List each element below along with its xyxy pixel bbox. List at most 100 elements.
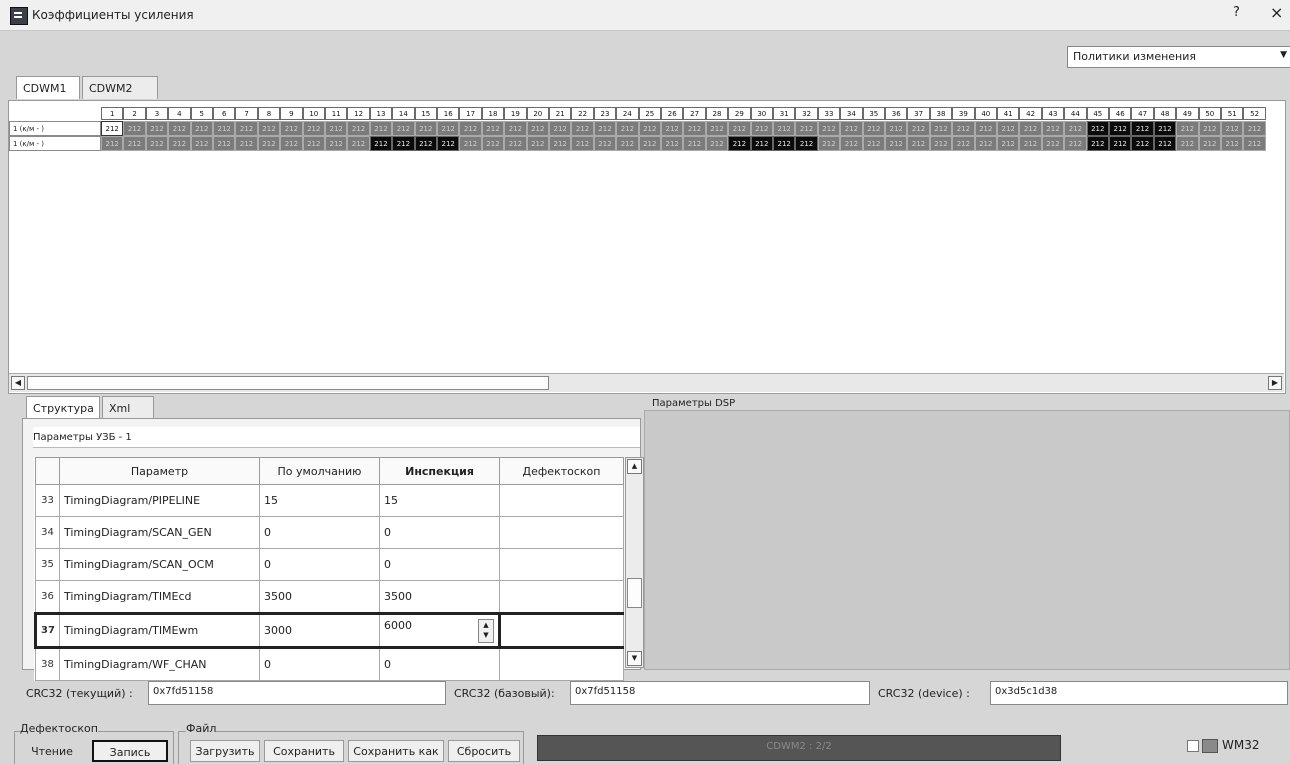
tab-cdwm1[interactable]: CDWM1 (16, 76, 80, 99)
grid-cell[interactable]: 212 (280, 121, 303, 136)
grid-column-header[interactable]: 50 (1198, 107, 1221, 120)
grid-cell[interactable]: 212 (750, 121, 773, 136)
inspection-value[interactable]: 15 (379, 484, 500, 517)
grid-cell[interactable]: 212 (683, 136, 706, 151)
load-button[interactable]: Загрузить (190, 740, 260, 762)
save-as-button[interactable]: Сохранить как (348, 740, 444, 762)
param-name[interactable]: TimingDiagram/SCAN_OCM (59, 548, 260, 581)
grid-cell[interactable]: 212 (638, 136, 661, 151)
help-button[interactable]: ? (1233, 5, 1240, 20)
grid-row-label[interactable]: 1 (к/м - ) (9, 121, 101, 136)
grid-cell[interactable]: 212 (1131, 121, 1154, 136)
grid-cell[interactable]: 212 (1086, 136, 1109, 151)
grid-cell[interactable]: 212 (549, 136, 572, 151)
grid-cell[interactable]: 212 (1243, 121, 1266, 136)
grid-cell[interactable]: 212 (235, 136, 258, 151)
default-value[interactable]: 3000 (259, 612, 380, 649)
detector-value[interactable] (499, 647, 624, 681)
grid-row-label[interactable]: 1 (к/м - ) (9, 136, 101, 151)
policy-dropdown[interactable]: Политики изменения ▼ (1067, 46, 1290, 68)
grid-column-header[interactable]: 16 (437, 107, 460, 120)
scrollbar-thumb[interactable] (27, 376, 549, 390)
grid-cell[interactable]: 212 (840, 136, 863, 151)
grid-column-header[interactable]: 42 (1019, 107, 1042, 120)
param-name[interactable]: TimingDiagram/TIMEwm (59, 612, 260, 649)
scrollbar-thumb[interactable] (627, 578, 642, 608)
tab-cdwm2[interactable]: CDWM2 (82, 76, 158, 99)
grid-cell[interactable]: 212 (907, 121, 930, 136)
param-name[interactable]: TimingDiagram/TIMEcd (59, 580, 260, 614)
grid-column-header[interactable]: 52 (1243, 107, 1266, 120)
grid-cell[interactable]: 212 (1221, 121, 1244, 136)
grid-cell[interactable]: 212 (773, 121, 796, 136)
grid-column-header[interactable]: 26 (661, 107, 684, 120)
param-name[interactable]: TimingDiagram/SCAN_GEN (59, 516, 260, 549)
grid-cell[interactable]: 212 (1109, 136, 1132, 151)
grid-column-header[interactable]: 7 (235, 107, 258, 120)
grid-cell[interactable]: 212 (504, 136, 527, 151)
grid-cell[interactable]: 212 (414, 136, 437, 151)
grid-cell[interactable]: 212 (257, 136, 281, 151)
grid-column-header[interactable]: 32 (795, 107, 818, 120)
grid-cell[interactable]: 212 (123, 136, 146, 151)
grid-cell[interactable]: 212 (1198, 121, 1221, 136)
grid-column-header[interactable]: 14 (392, 107, 415, 120)
grid-cell[interactable]: 212 (661, 121, 684, 136)
grid-column-header[interactable]: 45 (1086, 107, 1109, 120)
grid-cell[interactable]: 212 (817, 121, 841, 136)
grid-column-header[interactable]: 36 (885, 107, 908, 120)
scroll-right-icon[interactable]: ▶ (1268, 376, 1282, 390)
detector-value[interactable] (499, 484, 624, 517)
grid-cell[interactable]: 212 (593, 121, 617, 136)
grid-cell[interactable]: 212 (705, 136, 729, 151)
grid-cell[interactable]: 212 (213, 121, 236, 136)
grid-column-header[interactable]: 17 (459, 107, 482, 120)
grid-cell[interactable]: 212 (773, 136, 796, 151)
grid-column-header[interactable]: 30 (750, 107, 773, 120)
grid-cell[interactable]: 212 (840, 121, 863, 136)
grid-column-header[interactable]: 47 (1131, 107, 1154, 120)
grid-column-header[interactable]: 18 (481, 107, 505, 120)
reset-button[interactable]: Сбросить (448, 740, 520, 762)
tab-xml[interactable]: Xml (102, 396, 154, 419)
grid-cell[interactable]: 212 (526, 136, 549, 151)
grid-cell[interactable]: 212 (302, 136, 325, 151)
grid-column-header[interactable]: 49 (1176, 107, 1199, 120)
grid-column-header[interactable]: 19 (504, 107, 527, 120)
grid-cell[interactable]: 212 (213, 136, 236, 151)
table-row[interactable]: 34 TimingDiagram/SCAN_GEN 0 0 (35, 516, 624, 549)
grid-column-header[interactable]: 6 (213, 107, 236, 120)
grid-column-header[interactable]: 44 (1064, 107, 1087, 120)
grid-column-header[interactable]: 24 (616, 107, 639, 120)
grid-cell[interactable]: 212 (705, 121, 729, 136)
grid-cell[interactable]: 212 (907, 136, 930, 151)
grid-cell[interactable]: 212 (369, 121, 393, 136)
grid-column-header[interactable]: 20 (526, 107, 549, 120)
grid-cell[interactable]: 212 (526, 121, 549, 136)
table-row[interactable]: 35 TimingDiagram/SCAN_OCM 0 0 (35, 548, 624, 581)
grid-cell[interactable]: 212 (459, 121, 482, 136)
grid-cell[interactable]: 212 (683, 121, 706, 136)
horizontal-scrollbar[interactable]: ◀ ▶ (9, 373, 1284, 392)
column-header-default[interactable]: По умолчанию (259, 457, 380, 485)
spinner-arrows-icon[interactable]: ▲ ▼ (478, 618, 494, 643)
grid-column-header[interactable]: 46 (1109, 107, 1132, 120)
write-button[interactable]: Запись (92, 740, 168, 762)
column-header-param[interactable]: Параметр (59, 457, 260, 485)
crc-base-field[interactable]: 0x7fd51158 (570, 681, 870, 705)
inspection-value[interactable]: 3500 (379, 580, 500, 614)
grid-cell[interactable]: 212 (571, 136, 594, 151)
read-button[interactable]: Чтение (18, 740, 86, 762)
grid-cell[interactable]: 212 (481, 121, 505, 136)
crc-current-field[interactable]: 0x7fd51158 (148, 681, 446, 705)
grid-cell[interactable]: 212 (280, 136, 303, 151)
grid-cell[interactable]: 212 (190, 136, 213, 151)
grid-cell[interactable]: 212 (593, 136, 617, 151)
grid-cell[interactable]: 212 (728, 121, 751, 136)
grid-cell[interactable]: 212 (1176, 121, 1199, 136)
grid-cell[interactable]: 212 (1153, 136, 1177, 151)
grid-cell[interactable]: 212 (302, 121, 325, 136)
default-value[interactable]: 0 (259, 647, 380, 681)
param-name[interactable]: TimingDiagram/WF_CHAN (59, 647, 260, 681)
grid-column-header[interactable]: 2 (123, 107, 146, 120)
